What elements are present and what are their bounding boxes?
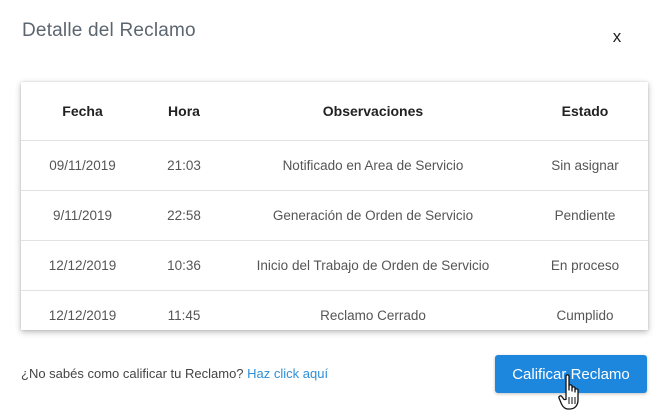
cell-estado: Sin asignar	[522, 140, 648, 191]
table-header-row: Fecha Hora Observaciones Estado	[21, 82, 648, 141]
cell-hora: 10:36	[144, 240, 224, 291]
modal-title: Detalle del Reclamo	[22, 20, 196, 41]
table-row: 12/12/2019 10:36 Inicio del Trabajo de O…	[21, 240, 648, 291]
cell-estado: Pendiente	[522, 190, 648, 241]
rating-help-link[interactable]: Haz click aquí	[247, 366, 328, 381]
cell-observaciones: Inicio del Trabajo de Orden de Servicio	[224, 240, 522, 291]
cell-estado: Cumplido	[556, 308, 614, 323]
hand-pointer-icon	[558, 374, 579, 410]
cell-estado: En proceso	[522, 240, 648, 291]
cell-fecha: 9/11/2019	[21, 190, 144, 241]
rating-help: ¿No sabés como calificar tu Reclamo? Haz…	[21, 366, 328, 381]
cell-observaciones: Reclamo Cerrado	[320, 308, 426, 323]
table-row: 12/12/2019 11:45 Reclamo Cerrado Cumplid…	[21, 291, 648, 341]
header-hora: Hora	[144, 82, 224, 141]
cell-fecha: 09/11/2019	[21, 140, 144, 191]
table-row: 9/11/2019 22:58 Generación de Orden de S…	[21, 190, 648, 241]
cell-hora: 21:03	[144, 140, 224, 191]
cell-hora: 11:45	[167, 308, 201, 323]
close-button[interactable]: x	[608, 26, 626, 48]
header-fecha: Fecha	[21, 82, 144, 141]
cell-observaciones: Notificado en Area de Servicio	[224, 140, 522, 191]
cell-fecha: 12/12/2019	[21, 240, 144, 291]
cell-hora: 22:58	[144, 190, 224, 241]
cell-fecha: 12/12/2019	[48, 308, 117, 323]
table-row: 09/11/2019 21:03 Notificado en Area de S…	[21, 140, 648, 191]
header-estado: Estado	[522, 82, 648, 141]
cell-observaciones: Generación de Orden de Servicio	[224, 190, 522, 241]
claim-history-table: Fecha Hora Observaciones Estado 09/11/20…	[21, 82, 648, 330]
header-observaciones: Observaciones	[224, 82, 522, 141]
rating-help-text: ¿No sabés como calificar tu Reclamo?	[21, 366, 244, 381]
